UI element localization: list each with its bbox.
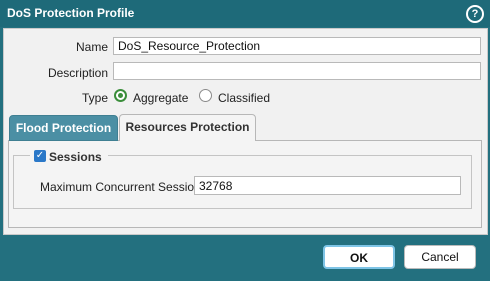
type-classified-label: Classified: [218, 91, 271, 105]
max-sessions-label: Maximum Concurrent Sessions: [40, 180, 207, 194]
tab-resources-protection[interactable]: Resources Protection: [119, 114, 256, 141]
sessions-checkbox[interactable]: ✓: [34, 150, 46, 162]
help-icon[interactable]: ?: [466, 5, 484, 23]
type-aggregate-label: Aggregate: [133, 91, 189, 105]
name-label: Name: [75, 40, 108, 54]
description-label: Description: [47, 66, 108, 80]
tab-flood-protection[interactable]: Flood Protection: [9, 115, 118, 141]
ok-button[interactable]: OK: [323, 245, 395, 269]
type-label: Type: [81, 91, 108, 105]
description-input[interactable]: [113, 62, 481, 80]
sessions-label: Sessions: [49, 150, 102, 164]
cancel-button[interactable]: Cancel: [404, 245, 476, 269]
name-input[interactable]: [113, 37, 481, 55]
type-classified-radio[interactable]: [199, 89, 212, 102]
dialog-title-bar: DoS Protection Profile ?: [0, 0, 490, 27]
max-sessions-input[interactable]: [194, 176, 461, 195]
dialog-title: DoS Protection Profile: [7, 6, 135, 20]
type-aggregate-radio[interactable]: [114, 89, 127, 102]
